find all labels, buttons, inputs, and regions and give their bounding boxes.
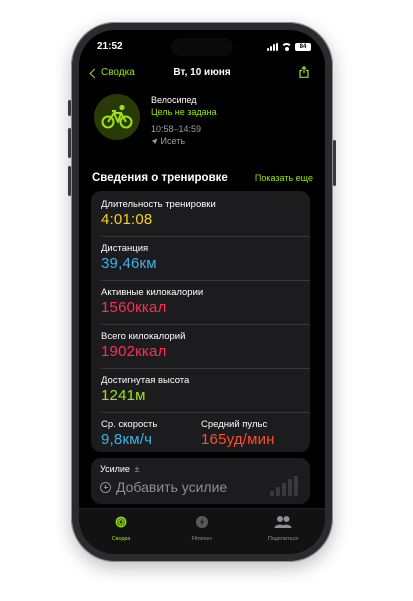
add-effort-button[interactable]: Добавить усилие — [100, 479, 227, 495]
fitness-plus-icon — [196, 516, 208, 528]
location-arrow-icon — [151, 138, 158, 145]
metric-value: 9,8км/ч — [101, 431, 153, 448]
metric-label: Ср. скорость — [101, 419, 158, 430]
people-icon — [274, 516, 292, 528]
metric-label: Дистанция — [101, 243, 149, 254]
effort-label-row: Усилие ± — [100, 464, 139, 474]
metric-label: Длительность тренировки — [101, 199, 216, 210]
metric-label: Всего килокалорий — [101, 331, 186, 342]
side-button — [333, 140, 336, 186]
metric-duration: Длительность тренировки 4:01:08 — [101, 199, 300, 228]
workout-details-card: Длительность тренировки 4:01:08 Дистанци… — [91, 191, 310, 452]
cycling-workout-icon — [94, 94, 140, 140]
metric-active-calories: Активные килокалории 1560ккал — [101, 287, 300, 316]
status-icons: 84 — [267, 41, 311, 53]
location-label: Исеть — [160, 136, 186, 146]
volume-up-button — [68, 128, 71, 158]
dynamic-island — [171, 38, 233, 56]
metric-value: 1241м — [101, 387, 146, 404]
workout-type: Велосипед — [151, 95, 197, 105]
divider — [101, 236, 310, 237]
divider — [101, 412, 310, 413]
page-title: Вт, 10 июня — [173, 67, 231, 78]
divider — [101, 280, 310, 281]
metric-value: 165уд/мин — [201, 431, 275, 448]
metric-value: 39,46км — [101, 255, 157, 272]
volume-down-button — [68, 166, 71, 196]
metric-label: Активные килокалории — [101, 287, 204, 298]
cellular-signal-icon — [267, 43, 278, 51]
metric-distance: Дистанция 39,46км — [101, 243, 300, 272]
divider — [101, 324, 310, 325]
effort-bars-icon — [270, 476, 298, 496]
action-button — [68, 100, 71, 116]
effort-info-icon: ± — [134, 464, 140, 474]
metric-label: Достигнутая высота — [101, 375, 190, 386]
tab-label: Сводка — [111, 536, 131, 542]
add-effort-label: Добавить усилие — [116, 479, 228, 495]
metric-avg-speed: Ср. скорость 9,8км/ч — [101, 419, 201, 448]
tab-label: Поделиться — [267, 536, 299, 542]
workout-time-range: 10:58–14:59 — [151, 124, 202, 134]
workout-goal: Цель не задана — [151, 107, 217, 117]
screen: 21:52 84 Сводка Вт, 10 июня Велосипед Це… — [79, 30, 325, 554]
wifi-icon — [281, 43, 292, 51]
plus-circle-icon — [100, 481, 111, 493]
activity-rings-icon — [115, 516, 127, 528]
tab-sharing[interactable]: Поделиться — [253, 515, 313, 542]
workout-location: Исеть — [151, 136, 185, 146]
metric-label: Средний пульс — [201, 419, 268, 430]
tab-summary[interactable]: Сводка — [91, 515, 151, 542]
share-icon[interactable] — [299, 66, 309, 78]
section-title: Сведения о тренировке — [92, 172, 228, 184]
tab-bar: Сводка Fitness+ Поделиться — [79, 508, 325, 554]
metric-value: 4:01:08 — [101, 211, 153, 228]
battery-icon: 84 — [295, 43, 311, 51]
effort-label: Усилие — [100, 464, 130, 474]
metric-total-calories: Всего килокалорий 1902ккал — [101, 331, 300, 360]
divider — [101, 368, 310, 369]
show-more-link[interactable]: Показать еще — [255, 173, 313, 183]
tab-fitness-plus[interactable]: Fitness+ — [172, 515, 232, 542]
metric-value: 1560ккал — [101, 299, 167, 316]
tab-label: Fitness+ — [191, 536, 213, 542]
metric-elevation: Достигнутая высота 1241м — [101, 375, 300, 404]
metric-value: 1902ккал — [101, 343, 167, 360]
status-time: 21:52 — [97, 41, 123, 52]
metric-avg-heart-rate: Средний пульс 165уд/мин — [201, 419, 301, 448]
effort-card[interactable]: Усилие ± Добавить усилие — [91, 458, 310, 504]
